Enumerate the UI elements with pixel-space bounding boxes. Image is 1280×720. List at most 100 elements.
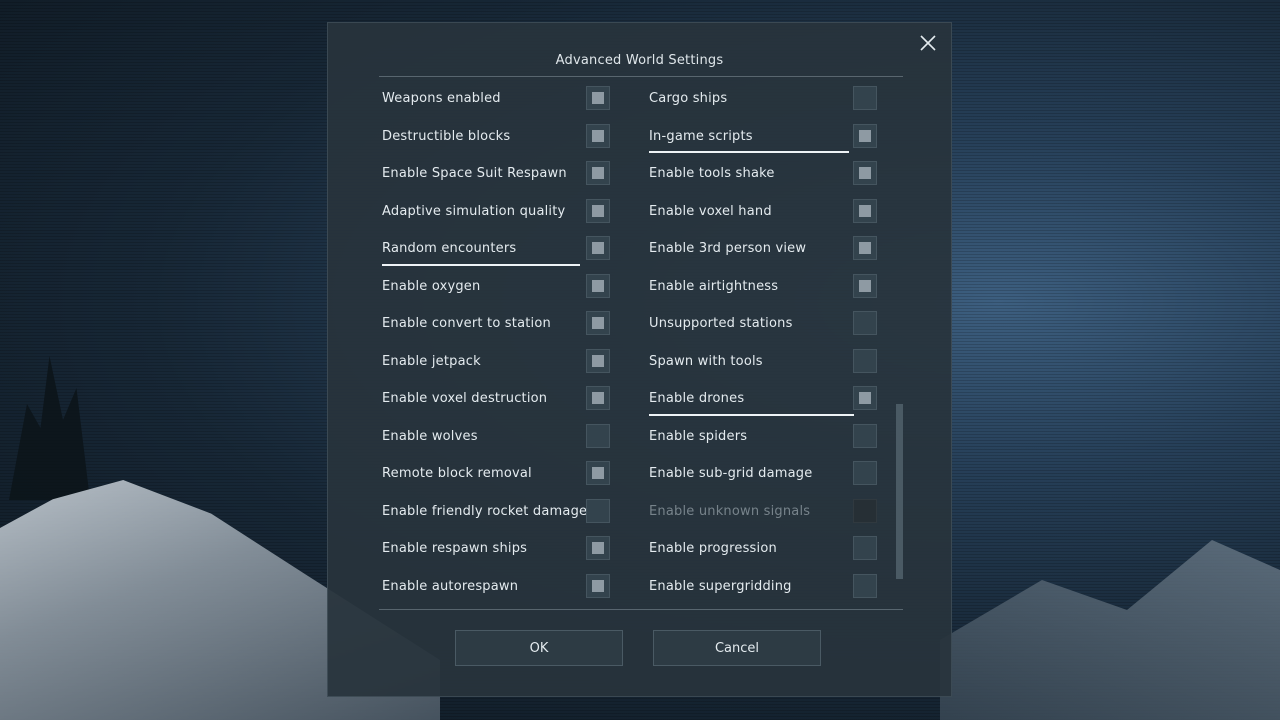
setting-checkbox-enable-space-suit-respawn[interactable] — [586, 161, 610, 185]
setting-checkbox-enable-sub-grid-damage[interactable] — [853, 461, 877, 485]
setting-label: Destructible blocks — [382, 128, 511, 144]
checkbox-checkmark — [592, 279, 604, 292]
setting-row-weapons-enabled[interactable]: Weapons enabled — [382, 80, 610, 118]
checkbox-checkmark — [859, 392, 871, 404]
checkbox-checkmark — [592, 392, 604, 404]
setting-label: Random encounters — [382, 241, 517, 257]
setting-checkbox-spawn-with-tools[interactable] — [853, 348, 877, 373]
setting-row-enable-friendly-rocket-damage[interactable]: Enable friendly rocket damage — [382, 493, 610, 531]
setting-checkbox-enable-respawn-ships[interactable] — [586, 536, 610, 560]
setting-label: Enable friendly rocket damage — [382, 503, 588, 519]
scrollbar-thumb[interactable] — [896, 404, 903, 579]
setting-checkbox-enable-oxygen[interactable] — [586, 273, 610, 298]
setting-label: Enable supergridding — [649, 578, 792, 594]
setting-row-enable-airtightness[interactable]: Enable airtightness — [649, 268, 877, 306]
setting-checkbox-enable-friendly-rocket-damage[interactable] — [586, 498, 610, 523]
setting-label: Enable Space Suit Respawn — [382, 166, 567, 182]
checkbox-checkmark — [592, 129, 604, 142]
setting-checkbox-enable-voxel-destruction[interactable] — [586, 386, 610, 410]
cancel-button[interactable]: Cancel — [653, 630, 821, 666]
setting-row-enable-respawn-ships[interactable]: Enable respawn ships — [382, 530, 610, 568]
setting-checkbox-in-game-scripts[interactable] — [853, 123, 877, 148]
setting-checkbox-destructible-blocks[interactable] — [586, 123, 610, 148]
setting-row-enable-space-suit-respawn[interactable]: Enable Space Suit Respawn — [382, 155, 610, 193]
dialog-title: Advanced World Settings — [555, 53, 724, 68]
setting-row-enable-oxygen[interactable]: Enable oxygen — [382, 268, 610, 306]
title-divider — [379, 76, 903, 77]
checkbox-checkmark — [592, 92, 604, 104]
setting-checkbox-enable-tools-shake[interactable] — [853, 161, 877, 185]
setting-label: Enable drones — [649, 391, 745, 407]
setting-checkbox-enable-jetpack[interactable] — [586, 348, 610, 373]
setting-label: Enable jetpack — [382, 353, 481, 369]
focus-underline — [382, 263, 580, 266]
setting-label: In-game scripts — [649, 128, 753, 144]
setting-row-random-encounters[interactable]: Random encounters — [382, 230, 610, 268]
setting-row-remote-block-removal[interactable]: Remote block removal — [382, 455, 610, 493]
focus-underline — [649, 151, 849, 153]
setting-row-enable-autorespawn[interactable]: Enable autorespawn — [382, 568, 610, 606]
setting-row-spawn-with-tools[interactable]: Spawn with tools — [649, 343, 877, 381]
setting-row-enable-wolves[interactable]: Enable wolves — [382, 418, 610, 456]
checkbox-checkmark — [859, 242, 871, 254]
setting-checkbox-enable-unknown-signals — [853, 498, 877, 523]
setting-checkbox-enable-drones[interactable] — [853, 386, 877, 410]
setting-checkbox-enable-wolves[interactable] — [586, 423, 610, 448]
setting-checkbox-cargo-ships[interactable] — [853, 86, 877, 110]
right-settings-column: Cargo ships In-game scripts Enable tools s… — [649, 80, 877, 605]
setting-checkbox-weapons-enabled[interactable] — [586, 86, 610, 110]
setting-row-enable-progression[interactable]: Enable progression — [649, 530, 877, 568]
setting-checkbox-enable-3rd-person-view[interactable] — [853, 236, 877, 260]
setting-label: Adaptive simulation quality — [382, 203, 566, 219]
setting-row-destructible-blocks[interactable]: Destructible blocks — [382, 118, 610, 156]
setting-label: Enable voxel destruction — [382, 391, 548, 407]
setting-checkbox-enable-voxel-hand[interactable] — [853, 198, 877, 223]
setting-row-enable-tools-shake[interactable]: Enable tools shake — [649, 155, 877, 193]
setting-row-enable-supergridding[interactable]: Enable supergridding — [649, 568, 877, 606]
checkbox-checkmark — [592, 354, 604, 367]
setting-label: Enable unknown signals — [649, 503, 811, 519]
setting-checkbox-random-encounters[interactable] — [586, 236, 610, 260]
ok-button[interactable]: OK — [455, 630, 623, 666]
checkbox-checkmark — [859, 167, 871, 179]
setting-row-adaptive-simulation-quality[interactable]: Adaptive simulation quality — [382, 193, 610, 231]
setting-row-enable-3rd-person-view[interactable]: Enable 3rd person view — [649, 230, 877, 268]
setting-row-enable-spiders[interactable]: Enable spiders — [649, 418, 877, 456]
setting-label: Enable convert to station — [382, 316, 551, 332]
advanced-world-settings-dialog: Advanced World Settings Weapons enabled D… — [327, 22, 952, 697]
setting-label: Enable autorespawn — [382, 578, 519, 594]
setting-checkbox-unsupported-stations[interactable] — [853, 311, 877, 335]
setting-label: Cargo ships — [649, 91, 728, 107]
setting-row-enable-sub-grid-damage[interactable]: Enable sub-grid damage — [649, 455, 877, 493]
setting-label: Enable sub-grid damage — [649, 466, 813, 482]
setting-checkbox-enable-spiders[interactable] — [853, 423, 877, 448]
setting-checkbox-enable-airtightness[interactable] — [853, 273, 877, 298]
checkbox-checkmark — [592, 167, 604, 179]
setting-label: Remote block removal — [382, 466, 532, 482]
setting-row-in-game-scripts[interactable]: In-game scripts — [649, 118, 877, 156]
checkbox-checkmark — [859, 204, 871, 217]
setting-row-enable-drones[interactable]: Enable drones — [649, 380, 877, 418]
setting-checkbox-adaptive-simulation-quality[interactable] — [586, 198, 610, 223]
setting-checkbox-remote-block-removal[interactable] — [586, 461, 610, 485]
setting-label: Enable progression — [649, 541, 777, 557]
checkbox-checkmark — [592, 204, 604, 217]
setting-row-enable-voxel-destruction[interactable]: Enable voxel destruction — [382, 380, 610, 418]
setting-row-enable-convert-to-station[interactable]: Enable convert to station — [382, 305, 610, 343]
setting-label: Enable wolves — [382, 428, 478, 444]
close-icon[interactable] — [917, 32, 939, 54]
setting-row-enable-unknown-signals: Enable unknown signals — [649, 493, 877, 531]
setting-checkbox-enable-convert-to-station[interactable] — [586, 311, 610, 335]
checkbox-checkmark — [859, 129, 871, 142]
setting-row-cargo-ships[interactable]: Cargo ships — [649, 80, 877, 118]
checkbox-checkmark — [592, 542, 604, 554]
setting-row-unsupported-stations[interactable]: Unsupported stations — [649, 305, 877, 343]
checkbox-checkmark — [592, 317, 604, 329]
setting-row-enable-voxel-hand[interactable]: Enable voxel hand — [649, 193, 877, 231]
setting-checkbox-enable-progression[interactable] — [853, 536, 877, 560]
setting-checkbox-enable-supergridding[interactable] — [853, 573, 877, 598]
setting-label: Weapons enabled — [382, 91, 501, 107]
setting-label: Spawn with tools — [649, 353, 763, 369]
setting-checkbox-enable-autorespawn[interactable] — [586, 573, 610, 598]
setting-row-enable-jetpack[interactable]: Enable jetpack — [382, 343, 610, 381]
